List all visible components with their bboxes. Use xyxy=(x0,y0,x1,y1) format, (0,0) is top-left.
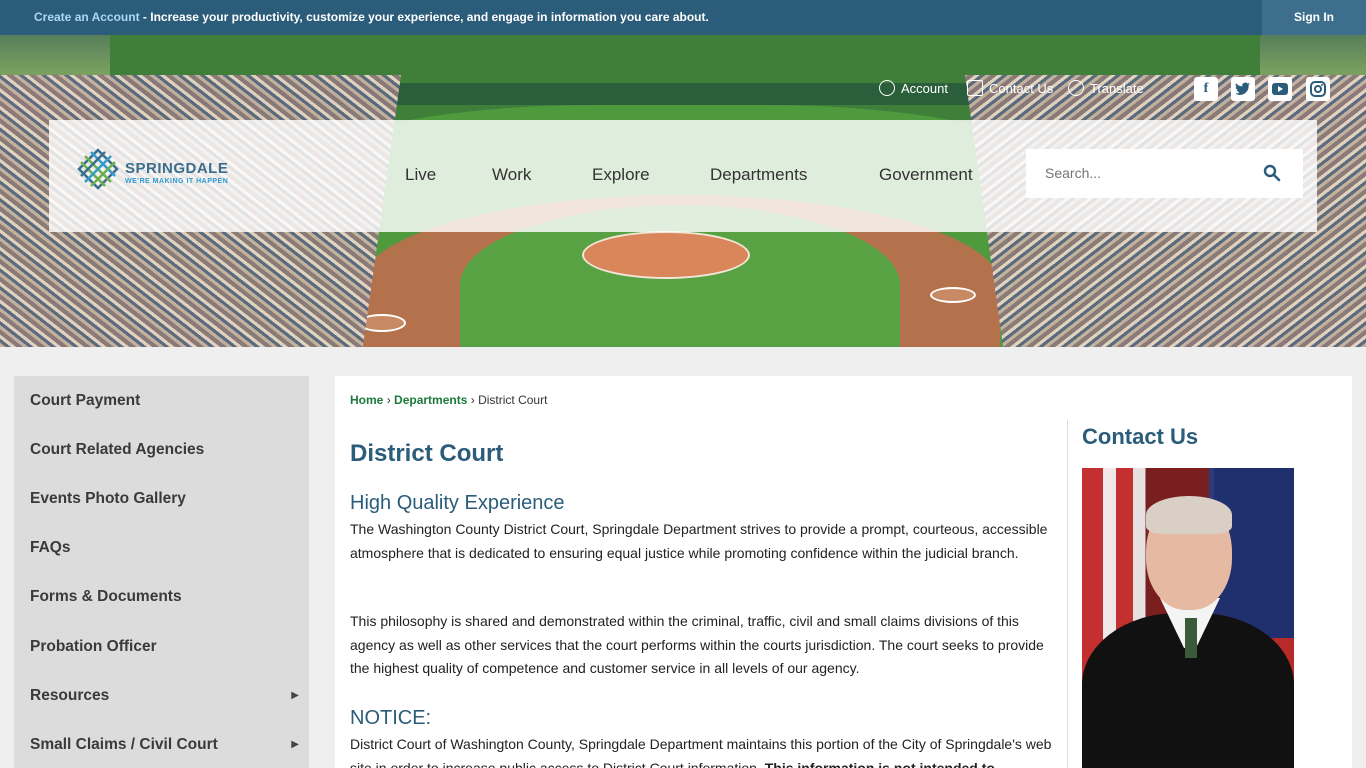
account-bar-text: - Increase your productivity, customize … xyxy=(139,10,709,24)
user-icon xyxy=(879,80,895,96)
sidebar-item-faqs[interactable]: FAQs xyxy=(30,539,70,557)
paragraph-notice: District Court of Washington County, Spr… xyxy=(350,733,1055,768)
search-icon[interactable] xyxy=(1263,164,1281,182)
search-input[interactable] xyxy=(1045,165,1245,181)
breadcrumb-current: District Court xyxy=(478,393,548,407)
notice-bold-text: This information is not intended to xyxy=(760,759,995,768)
sidebar-item-small-claims[interactable]: Small Claims / Civil Court xyxy=(30,736,218,754)
expand-arrow-icon[interactable]: ▶ xyxy=(291,739,299,750)
nav-departments[interactable]: Departments xyxy=(710,165,807,185)
sidebar-item-court-payment[interactable]: Court Payment xyxy=(30,392,140,410)
section-heading-notice: NOTICE: xyxy=(350,707,432,729)
nav-explore[interactable]: Explore xyxy=(592,165,650,185)
search-box xyxy=(1026,149,1303,198)
page-title: District Court xyxy=(350,440,504,467)
sidebar-item-probation-officer[interactable]: Probation Officer xyxy=(30,638,157,656)
logo-tagline: WE'RE MAKING IT HAPPEN xyxy=(125,178,229,185)
contact-card-icon xyxy=(967,80,983,96)
logo-name: SPRINGDALE xyxy=(125,160,229,177)
nav-live[interactable]: Live xyxy=(405,165,436,185)
column-divider xyxy=(1067,420,1068,768)
springdale-logo[interactable]: SPRINGDALE WE'RE MAKING IT HAPPEN xyxy=(77,146,247,192)
sidebar-item-events-photo-gallery[interactable]: Events Photo Gallery xyxy=(30,490,186,508)
sidebar-nav: Court Payment Court Related Agencies Eve… xyxy=(14,376,309,768)
main-nav-panel: SPRINGDALE WE'RE MAKING IT HAPPEN Live W… xyxy=(49,120,1317,232)
section-heading-quality: High Quality Experience xyxy=(350,492,565,514)
breadcrumb-departments[interactable]: Departments xyxy=(394,393,467,407)
contact-us-link-label: Contact Us xyxy=(989,80,1054,96)
contact-us-link[interactable]: Contact Us xyxy=(967,80,1053,96)
create-account-link[interactable]: Create an Account xyxy=(34,10,140,24)
hero-home-plate xyxy=(582,231,750,279)
breadcrumb-separator: › xyxy=(470,393,475,407)
sidebar-item-resources[interactable]: Resources xyxy=(30,687,109,705)
translate-link-label: Translate xyxy=(1090,80,1144,96)
account-link[interactable]: Account xyxy=(879,80,948,96)
nav-government[interactable]: Government xyxy=(879,165,973,185)
springdale-logo-mark xyxy=(77,148,119,190)
nav-work[interactable]: Work xyxy=(492,165,531,185)
judge-tie xyxy=(1185,618,1197,658)
sign-in-button[interactable]: Sign In xyxy=(1262,0,1366,35)
expand-arrow-icon[interactable]: ▶ xyxy=(291,690,299,701)
twitter-icon[interactable] xyxy=(1231,77,1255,101)
facebook-icon[interactable]: f xyxy=(1194,77,1218,101)
paragraph-philosophy: This philosophy is shared and demonstrat… xyxy=(350,613,1044,676)
translate-link[interactable]: Translate xyxy=(1068,80,1144,96)
judge-photo xyxy=(1082,468,1294,768)
youtube-icon[interactable] xyxy=(1268,77,1292,101)
globe-icon xyxy=(1068,80,1084,96)
contact-us-heading: Contact Us xyxy=(1082,424,1199,449)
account-bar: Create an Account - Increase your produc… xyxy=(0,0,1366,35)
account-bar-message: Create an Account - Increase your produc… xyxy=(34,10,709,24)
judge-hair xyxy=(1146,496,1232,534)
hero-base-right xyxy=(930,287,976,303)
breadcrumb: Home › Departments › District Court xyxy=(350,393,547,407)
sidebar-item-court-related-agencies[interactable]: Court Related Agencies xyxy=(30,441,204,459)
breadcrumb-home[interactable]: Home xyxy=(350,393,383,407)
instagram-icon[interactable] xyxy=(1306,77,1330,101)
main-content: Home › Departments › District Court Dist… xyxy=(335,376,1352,768)
paragraph-mission: The Washington County District Court, Sp… xyxy=(350,521,1048,561)
breadcrumb-separator: › xyxy=(386,393,391,407)
sidebar-item-forms-documents[interactable]: Forms & Documents xyxy=(30,588,182,606)
account-link-label: Account xyxy=(901,80,948,96)
